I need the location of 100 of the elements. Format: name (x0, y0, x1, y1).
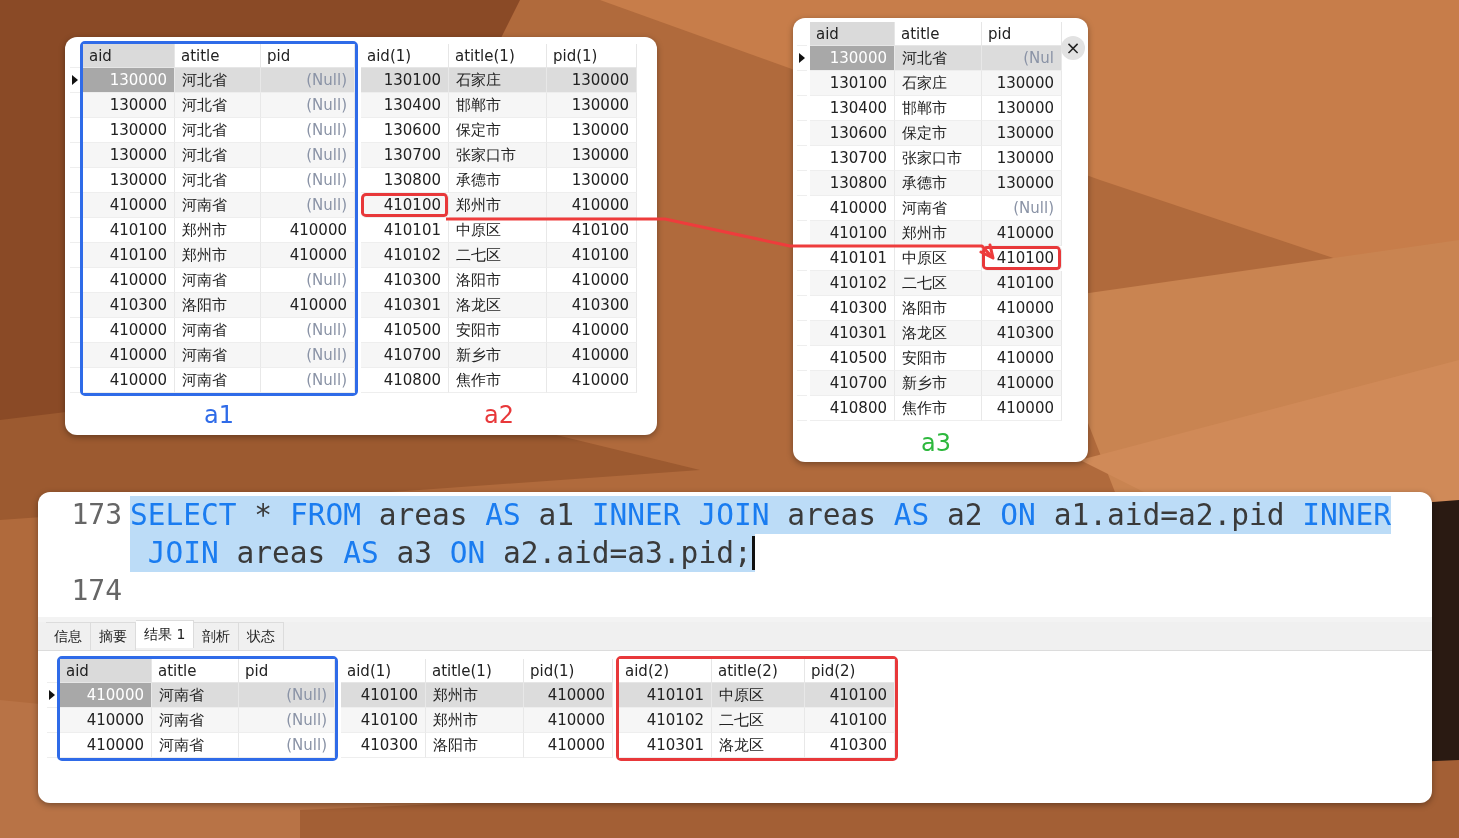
table-alias-label: a3 (921, 429, 951, 457)
table-cell: 中原区 (895, 246, 982, 271)
line-number: 173 (71, 497, 122, 533)
table-cell: 保定市 (895, 121, 982, 146)
table-cell: 410000 (982, 221, 1062, 246)
table-cell: 410100 (805, 683, 895, 708)
column-header[interactable]: aid(1) (341, 659, 426, 683)
table-cell: 410000 (547, 368, 637, 393)
table-cell: 410300 (805, 733, 895, 758)
table-cell: 410100 (341, 708, 426, 733)
table-cell: (Null) (239, 683, 335, 708)
tab[interactable]: 状态 (239, 622, 285, 650)
column-header[interactable]: aid(1) (361, 44, 449, 68)
table-cell: 410100 (982, 246, 1062, 271)
tab[interactable]: 结果 1 (136, 620, 195, 648)
column-header[interactable]: atitle(1) (449, 44, 547, 68)
column-header[interactable]: aid (60, 659, 152, 683)
table-cell: 焦作市 (895, 396, 982, 421)
table-cell: 河北省 (175, 68, 261, 93)
table-cell: 410000 (261, 243, 355, 268)
table-cell: 410000 (982, 371, 1062, 396)
table-cell: 130700 (361, 143, 449, 168)
table-cell: 410000 (83, 193, 175, 218)
table-cell: 洛阳市 (449, 268, 547, 293)
table-cell: 410300 (83, 293, 175, 318)
table-cell: 二七区 (895, 271, 982, 296)
table-cell: 承德市 (895, 171, 982, 196)
table-cell: 130800 (810, 171, 895, 196)
table-cell: 洛阳市 (175, 293, 261, 318)
table-cell: 410101 (361, 218, 449, 243)
table-cell: 郑州市 (895, 221, 982, 246)
table-cell: 安阳市 (449, 318, 547, 343)
table-cell: 郑州市 (426, 683, 524, 708)
table-cell: 410000 (982, 296, 1062, 321)
column-header[interactable]: pid(1) (547, 44, 637, 68)
table-cell: 130000 (83, 68, 175, 93)
column-header[interactable]: pid (261, 44, 355, 68)
column-header[interactable]: aid(2) (619, 659, 712, 683)
table-cell: 130400 (361, 93, 449, 118)
table-cell: 130000 (547, 168, 637, 193)
table-cell: (Null) (261, 168, 355, 193)
table-cell: 410101 (810, 246, 895, 271)
column-header[interactable]: pid (982, 22, 1062, 46)
table-cell: 410300 (547, 293, 637, 318)
table-cell: 130000 (547, 118, 637, 143)
table-cell: 410301 (361, 293, 449, 318)
table-cell: 410000 (524, 708, 613, 733)
table-cell: 410102 (619, 708, 712, 733)
table-cell: 130000 (83, 168, 175, 193)
table-cell: 410800 (361, 368, 449, 393)
table-cell: 保定市 (449, 118, 547, 143)
table-cell: 130600 (361, 118, 449, 143)
table-cell: 410000 (83, 343, 175, 368)
table-cell: 410100 (83, 243, 175, 268)
table-cell: 410100 (982, 271, 1062, 296)
table-cell: 410000 (60, 683, 152, 708)
table-cell: 410000 (547, 318, 637, 343)
table-cell: 410300 (361, 268, 449, 293)
table-cell: 二七区 (449, 243, 547, 268)
table-cell: 郑州市 (175, 218, 261, 243)
column-header[interactable]: atitle (175, 44, 261, 68)
column-header[interactable]: aid (810, 22, 895, 46)
table-cell: 410800 (810, 396, 895, 421)
table-cell: 邯郸市 (895, 96, 982, 121)
close-button[interactable]: × (1061, 36, 1085, 60)
column-header[interactable]: atitle(1) (426, 659, 524, 683)
table-cell: 邯郸市 (449, 93, 547, 118)
table-cell: 410000 (547, 193, 637, 218)
table-cell: 410700 (810, 371, 895, 396)
table-cell: 郑州市 (449, 193, 547, 218)
table-cell: 郑州市 (426, 708, 524, 733)
table-cell: 安阳市 (895, 346, 982, 371)
tab[interactable]: 信息 (46, 622, 91, 650)
line-number: 174 (71, 573, 122, 609)
table-cell: 410500 (361, 318, 449, 343)
table-cell: 130600 (810, 121, 895, 146)
tab[interactable]: 剖析 (194, 622, 240, 650)
table-cell: 河北省 (175, 168, 261, 193)
table-cell: 张家口市 (449, 143, 547, 168)
column-header[interactable]: pid(2) (805, 659, 895, 683)
column-header[interactable]: pid(1) (524, 659, 613, 683)
table-cell: 410000 (60, 733, 152, 758)
table-cell: 410000 (83, 318, 175, 343)
column-header[interactable]: pid (239, 659, 335, 683)
table-cell: 410300 (982, 321, 1062, 346)
table-cell: 410100 (810, 221, 895, 246)
table-cell: 石家庄 (449, 68, 547, 93)
table-cell: 130000 (982, 121, 1062, 146)
table-cell: 410000 (524, 733, 613, 758)
table-cell: 河南省 (152, 708, 239, 733)
table-cell: 130000 (547, 93, 637, 118)
table-cell: 河南省 (175, 193, 261, 218)
column-header[interactable]: atitle(2) (712, 659, 805, 683)
column-header[interactable]: atitle (895, 22, 982, 46)
table-cell: 130000 (547, 143, 637, 168)
table-cell: 新乡市 (895, 371, 982, 396)
tab[interactable]: 摘要 (91, 622, 136, 650)
column-header[interactable]: atitle (152, 659, 239, 683)
column-header[interactable]: aid (83, 44, 175, 68)
table-cell: 410000 (83, 368, 175, 393)
